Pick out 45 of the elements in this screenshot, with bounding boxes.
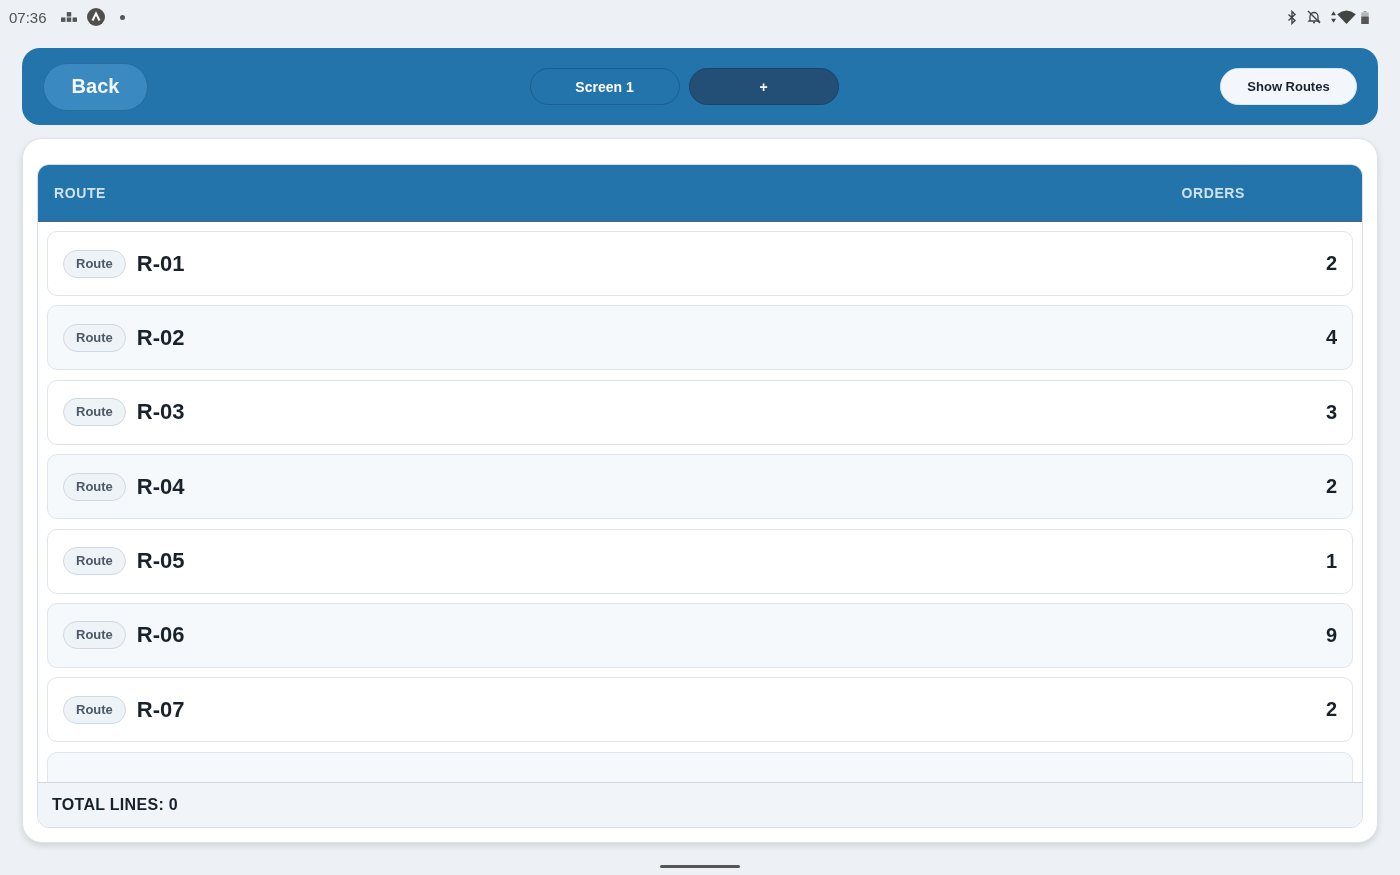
show-routes-button[interactable]: Show Routes bbox=[1220, 68, 1357, 105]
column-header: ROUTE bbox=[54, 184, 106, 201]
route-row[interactable]: Route R-01 2 bbox=[47, 231, 1353, 296]
order-count: 4 bbox=[1325, 326, 1337, 350]
route-row[interactable]: Route R-03 3 bbox=[47, 379, 1353, 445]
bell-off-icon bbox=[1307, 10, 1321, 24]
route-tag: Route bbox=[63, 621, 126, 650]
route-id: R-02 bbox=[136, 324, 185, 351]
route-row[interactable]: Route R-07 2 bbox=[47, 677, 1353, 743]
route-row[interactable]: Route R-02 4 bbox=[47, 305, 1353, 371]
order-count: 1 bbox=[1325, 549, 1337, 573]
route-row[interactable]: Route R-05 1 bbox=[47, 528, 1353, 594]
route-tag: Route bbox=[63, 695, 126, 724]
bluetooth-icon bbox=[1287, 9, 1297, 25]
column-header: ORDERS bbox=[1181, 184, 1245, 201]
route-id: R-07 bbox=[136, 696, 185, 723]
route-id: R-06 bbox=[136, 622, 185, 649]
wifi-icon bbox=[1337, 10, 1356, 24]
back-button[interactable]: Back bbox=[43, 62, 148, 111]
route-tag: Route bbox=[63, 323, 126, 352]
route-tag: Route bbox=[63, 398, 126, 427]
route-tag: Route bbox=[63, 547, 126, 576]
gesture-bar[interactable] bbox=[660, 865, 740, 868]
order-count: 2 bbox=[1325, 698, 1337, 722]
order-count: 2 bbox=[1325, 475, 1337, 499]
route-id: R-04 bbox=[136, 473, 185, 500]
route-id: R-01 bbox=[136, 250, 185, 277]
order-count: 2 bbox=[1325, 252, 1337, 275]
add-tab-button[interactable]: + bbox=[688, 68, 839, 105]
route-row[interactable]: Route R-06 9 bbox=[47, 602, 1353, 668]
route-tag: Route bbox=[63, 472, 126, 501]
route-tag: Route bbox=[63, 249, 126, 278]
dot-icon bbox=[119, 14, 125, 20]
squares-icon bbox=[60, 12, 77, 22]
route-id: R-03 bbox=[136, 399, 185, 426]
order-count: 9 bbox=[1325, 623, 1337, 647]
caret-circle-icon bbox=[86, 8, 105, 26]
screen-tab[interactable]: Screen 1 bbox=[529, 68, 680, 105]
total-lines-label: TOTAL LINES: 0 bbox=[52, 796, 178, 814]
clock-time: 07:36 bbox=[9, 8, 47, 26]
data-arrows-icon bbox=[1331, 11, 1336, 23]
route-row[interactable]: Route R-04 2 bbox=[47, 454, 1353, 520]
route-id: R-05 bbox=[136, 548, 185, 575]
order-count: 3 bbox=[1325, 400, 1337, 424]
battery-icon bbox=[1361, 10, 1369, 24]
